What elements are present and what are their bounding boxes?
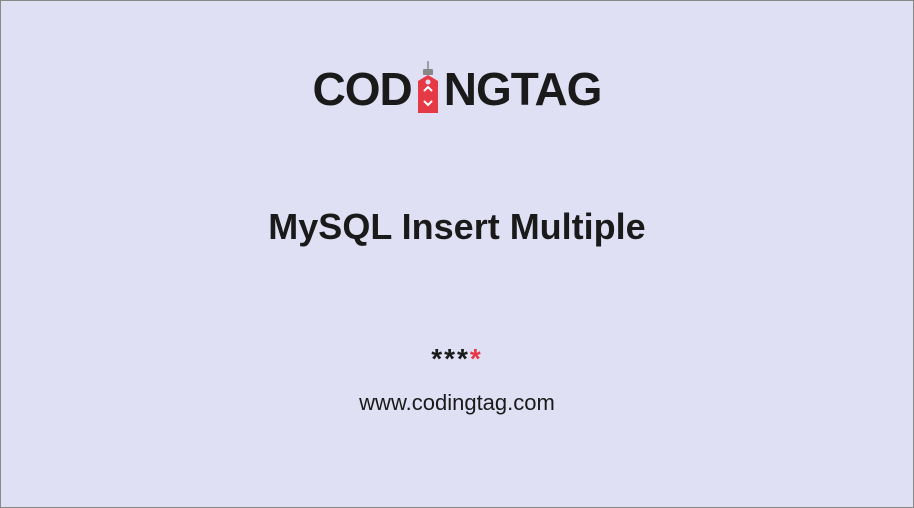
logo-text: COD NGTAG bbox=[313, 61, 602, 116]
stars-red: * bbox=[470, 343, 483, 374]
logo-text-after: NGTAG bbox=[444, 62, 602, 116]
page-title: MySQL Insert Multiple bbox=[268, 206, 645, 248]
website-url: www.codingtag.com bbox=[359, 390, 555, 416]
decorative-stars: **** bbox=[431, 343, 483, 375]
document-container: COD NGTAG MySQL Insert Multiple **** www… bbox=[1, 1, 913, 507]
logo-text-before: COD bbox=[313, 62, 412, 116]
tag-icon bbox=[413, 61, 443, 116]
stars-black: *** bbox=[431, 343, 470, 374]
logo: COD NGTAG bbox=[313, 61, 602, 116]
